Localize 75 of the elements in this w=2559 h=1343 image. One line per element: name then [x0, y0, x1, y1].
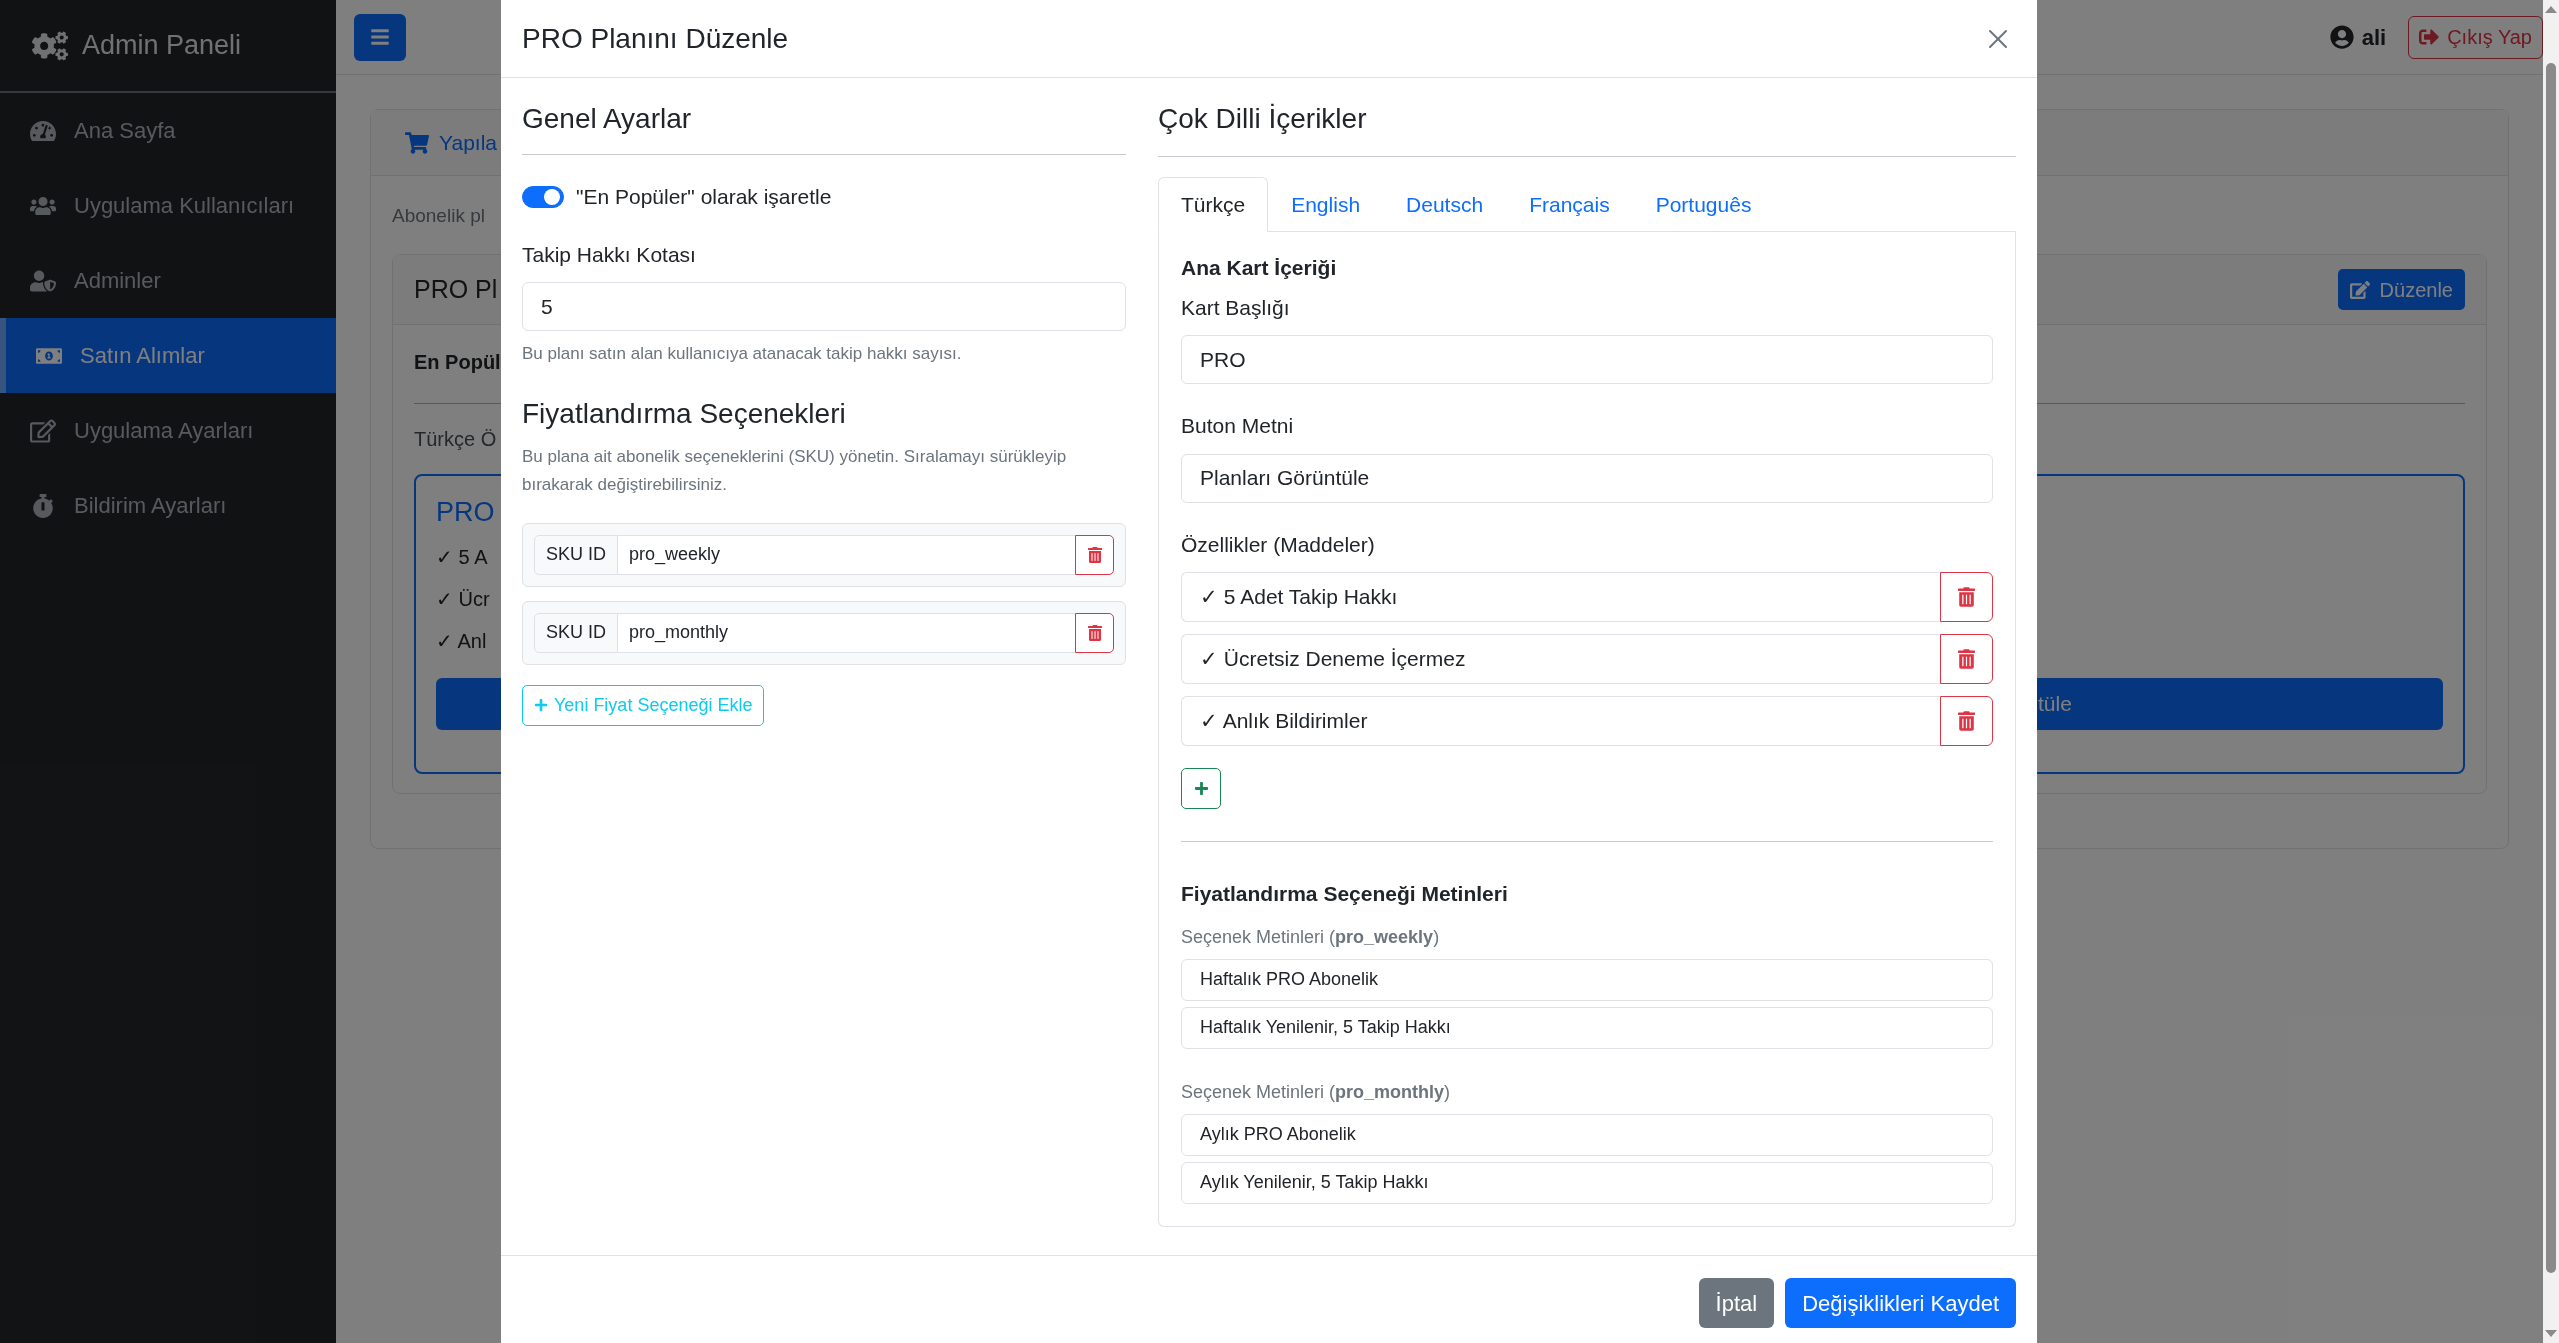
feature-input[interactable]: ✓ 5 Adet Takip Hakkı: [1181, 572, 1940, 622]
section-heading: Fiyatlandırma Seçenekleri: [522, 396, 847, 431]
brand-title: Admin Paneli: [82, 29, 242, 63]
option-text-input[interactable]: Aylık Yenilenir, 5 Takip Hakkı: [1181, 1161, 1993, 1204]
language-tab[interactable]: Deutsch: [1383, 177, 1507, 232]
feature-input[interactable]: ✓ Anlık Bildirimler: [1181, 696, 1940, 746]
gears-icon: [32, 30, 68, 61]
toggle-label: "En Popüler" olarak işaretle: [576, 184, 832, 210]
field-label: Özellikler (Maddeler): [1181, 531, 1376, 558]
logout-button[interactable]: Çıkış Yap: [2408, 15, 2543, 59]
feature-input[interactable]: ✓ Ücretsiz Deneme İçermez: [1181, 634, 1940, 684]
card-title-input[interactable]: PRO: [1181, 335, 1993, 384]
delete-button[interactable]: [1940, 572, 1993, 622]
sidebar-item[interactable]: Ana Sayfa: [0, 93, 336, 168]
sidebar-item[interactable]: Uygulama Ayarları: [0, 393, 336, 468]
language-tab[interactable]: Français: [1506, 177, 1633, 232]
field-label: Kart Başlığı: [1181, 294, 1291, 321]
plus-icon: [534, 698, 548, 712]
delete-button[interactable]: [1940, 634, 1993, 684]
button-text-input[interactable]: Planları Görüntüle: [1181, 453, 1993, 503]
field-label: Buton Metni: [1181, 413, 1295, 439]
help-text: Bu planı satın alan kullanıcıya atanacak takip hakkı sayısı.: [522, 343, 963, 365]
sku-prefix-label: SKU ID: [534, 612, 618, 653]
preview-feature: ✓ Anl: [436, 629, 487, 654]
logout-icon: [2419, 27, 2440, 47]
trash-icon: [1087, 546, 1102, 563]
edit-icon: [2349, 279, 2370, 300]
delete-button[interactable]: [1075, 534, 1114, 575]
edit-button[interactable]: Düzenle: [2337, 269, 2465, 310]
add-feature-button[interactable]: [1181, 768, 1221, 809]
sidebar-item[interactable]: Adminler: [0, 243, 336, 318]
trash-icon: [1958, 587, 1975, 607]
user-name: ali: [2361, 23, 2387, 52]
language-tab[interactable]: English: [1268, 177, 1384, 232]
sidebar-item[interactable]: Uygulama Kullanıcıları: [0, 168, 336, 243]
section-heading: Genel Ayarlar: [522, 98, 1126, 155]
language-tab[interactable]: Türkçe: [1158, 177, 1269, 232]
user-icon: [2329, 25, 2354, 49]
section-heading: Çok Dilli İçerikler: [1158, 98, 2016, 157]
intro-text: Abonelik pl: [392, 204, 485, 228]
option-text-input[interactable]: Haftalık PRO Abonelik: [1181, 958, 1993, 1001]
preview-label: Türkçe Ö: [414, 427, 497, 452]
plan-title: PRO Pl: [414, 273, 498, 305]
card-tab[interactable]: Yapıla: [439, 126, 497, 159]
language-tab[interactable]: Português: [1632, 177, 1775, 232]
delete-button[interactable]: [1940, 696, 1993, 746]
sku-input[interactable]: pro_monthly: [618, 612, 1075, 653]
cart-icon: [405, 131, 429, 154]
save-button[interactable]: Değişiklikleri Kaydet: [1785, 1278, 2016, 1328]
option-label: Seçenek Metinleri (pro_weekly): [1181, 925, 1441, 949]
dialog-title: PRO Planını Düzenle: [522, 21, 789, 56]
preview-title: PRO: [436, 496, 495, 529]
subsection-heading: Fiyatlandırma Seçeneği Metinleri: [1181, 881, 1509, 907]
trash-icon: [1087, 624, 1102, 641]
cancel-button[interactable]: İptal: [1698, 1278, 1775, 1328]
option-text-input[interactable]: Aylık PRO Abonelik: [1181, 1113, 1993, 1156]
subsection-heading: Ana Kart İçeriği: [1181, 255, 1338, 281]
quota-input[interactable]: 5: [522, 282, 1126, 331]
preview-feature: ✓ Ücr: [436, 587, 490, 612]
sku-input[interactable]: pro_weekly: [618, 534, 1075, 575]
sku-prefix-label: SKU ID: [534, 534, 618, 575]
menu-button[interactable]: [354, 13, 406, 61]
sidebar-item[interactable]: Bildirim Ayarları: [0, 468, 336, 543]
preview-feature: ✓ 5 A: [436, 545, 488, 570]
trash-icon: [1958, 711, 1975, 731]
field-label: Takip Hakkı Kotası: [522, 241, 697, 268]
popular-label: En Popül: [414, 350, 501, 375]
trash-icon: [1958, 649, 1975, 669]
plus-icon: [1193, 781, 1209, 796]
sidebar-item[interactable]: Satın Alımlar: [0, 318, 336, 393]
option-text-input[interactable]: Haftalık Yenilenir, 5 Takip Hakkı: [1181, 1006, 1993, 1049]
toggle-switch[interactable]: [522, 185, 564, 208]
option-label: Seçenek Metinleri (pro_monthly): [1181, 1080, 1452, 1104]
description-text: Bu plana ait abonelik seçeneklerini (SKU) yönetin. Sıralamayı sürükleyip bırakarak değiştirebilirsiniz.: [522, 445, 1068, 496]
delete-button[interactable]: [1075, 612, 1114, 653]
